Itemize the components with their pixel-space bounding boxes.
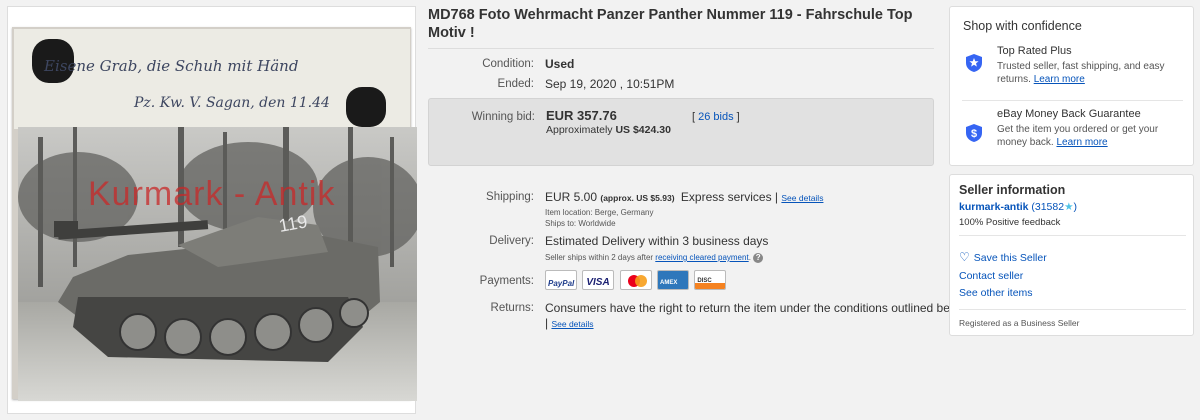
help-icon[interactable]: ?: [753, 252, 764, 263]
ended-value: Sep 19, 2020 , 10:51PM: [545, 77, 675, 91]
top-rated-title: Top Rated Plus: [997, 45, 1072, 57]
mastercard-icon: [619, 270, 652, 290]
seller-information-card: Seller information kurmark-antik (31582★…: [949, 174, 1194, 336]
save-seller-label: Save this Seller: [973, 252, 1047, 264]
tank-photo-image: 119: [18, 127, 417, 401]
bid-history-link[interactable]: 26 bids: [698, 111, 733, 123]
heart-icon: ♡: [959, 250, 970, 264]
feedback-score[interactable]: (31582: [1031, 201, 1064, 213]
title-divider: [428, 48, 934, 49]
returns-see-details-link[interactable]: See details: [551, 319, 593, 329]
shipping-approx: (approx. US $5.93): [600, 193, 675, 203]
listing-page: Eisene Grab, die Schuh mit Händ Pz. Kw. …: [0, 0, 1200, 420]
winning-bid-amount: EUR 357.76: [546, 108, 617, 123]
delivery-note-prefix: Seller ships within 2 days after: [545, 253, 654, 262]
delivery-note: Seller ships within 2 days after receivi…: [545, 250, 764, 265]
payments-label: Payments:: [479, 275, 534, 287]
shipping-see-details-link[interactable]: See details: [781, 193, 823, 203]
guarantee-learn-more-link[interactable]: Learn more: [1056, 137, 1107, 148]
condition-value: Used: [545, 57, 575, 71]
returns-separator: |: [545, 316, 549, 330]
visa-icon: VISA: [582, 270, 615, 290]
svg-text:$: $: [971, 128, 977, 140]
guarantee-title: eBay Money Back Guarantee: [997, 108, 1141, 120]
seller-heading: Seller information: [959, 183, 1066, 197]
condition-label: Condition:: [482, 58, 534, 70]
confidence-divider: [962, 100, 1183, 101]
photo-backside-handwriting: Eisene Grab, die Schuh mit Händ Pz. Kw. …: [14, 29, 410, 129]
handwriting-line-2: Pz. Kw. V. Sagan, den 11.44: [134, 95, 330, 111]
approx-value: US $424.30: [615, 124, 671, 136]
winning-bid-box: Winning bid: EUR 357.76 [ 26 bids ] Appr…: [428, 98, 934, 166]
bid-count-close: ]: [736, 111, 740, 123]
delivery-value: Estimated Delivery within 3 business day…: [545, 234, 769, 248]
seller-divider-2: [959, 309, 1186, 310]
guarantee-text: Get the item you ordered or get your mon…: [997, 123, 1187, 149]
tank-photo[interactable]: 119 Kurmark - Antik: [18, 127, 417, 401]
delivery-label: Delivery:: [489, 235, 534, 247]
amex-icon: AMEX: [657, 270, 690, 290]
item-photo-panel[interactable]: Eisene Grab, die Schuh mit Händ Pz. Kw. …: [7, 6, 417, 414]
seller-name-link[interactable]: kurmark-antik: [959, 201, 1028, 213]
payment-methods: PayPal VISA AMEX DISC: [545, 270, 728, 290]
seller-name-line: kurmark-antik (31582★): [959, 201, 1077, 213]
positive-feedback: 100% Positive feedback: [959, 217, 1061, 228]
shield-dollar-icon: $: [966, 124, 982, 142]
visa-label: VISA: [586, 277, 610, 288]
ships-to: Ships to: Worldwide: [545, 219, 616, 228]
paypal-label: PayPal: [548, 279, 575, 288]
seller-divider: [959, 235, 1186, 236]
bid-count: [ 26 bids ]: [692, 110, 740, 125]
cleared-payment-link[interactable]: receiving cleared payment: [655, 253, 748, 262]
contact-seller-link[interactable]: Contact seller: [959, 270, 1023, 282]
shipping-label: Shipping:: [486, 191, 534, 203]
feedback-score-close: ): [1073, 201, 1078, 213]
winning-bid-label: Winning bid:: [471, 111, 535, 123]
shipping-service: Express services |: [680, 190, 779, 204]
feedback-star-icon: ★: [1064, 201, 1074, 213]
shipping-value: EUR 5.00 (approx. US $5.93) Express serv…: [545, 190, 823, 206]
shop-with-confidence-card: Shop with confidence Top Rated Plus Trus…: [949, 6, 1194, 166]
returns-label: Returns:: [490, 302, 534, 314]
shipping-amount: EUR 5.00: [545, 190, 598, 204]
item-title: MD768 Foto Wehrmacht Panzer Panther Numm…: [428, 7, 913, 41]
bid-count-open: [: [692, 111, 696, 123]
paypal-icon: PayPal: [545, 270, 577, 290]
returns-details: | See details: [545, 316, 594, 332]
returns-value: Consumers have the right to return the i…: [545, 301, 968, 315]
item-details: MD768 Foto Wehrmacht Panzer Panther Numm…: [428, 6, 968, 330]
delivery-note-suffix: .: [748, 253, 751, 262]
top-rated-learn-more-link[interactable]: Learn more: [1034, 74, 1085, 85]
discover-icon: DISC: [694, 270, 727, 290]
top-rated-text: Trusted seller, fast shipping, and easy …: [997, 60, 1187, 86]
approx-bid: Approximately US $424.30: [546, 123, 671, 138]
save-seller-link[interactable]: ♡ Save this Seller: [959, 250, 1047, 264]
approx-prefix: Approximately: [546, 124, 613, 136]
handwriting-line-1: Eisene Grab, die Schuh mit Händ: [44, 57, 299, 75]
registered-business-seller: Registered as a Business Seller: [959, 318, 1080, 328]
ink-blot: [346, 87, 386, 127]
photo-watermark: Kurmark - Antik: [88, 175, 336, 213]
ended-label: Ended:: [497, 78, 534, 90]
see-other-items-link[interactable]: See other items: [959, 287, 1033, 299]
confidence-heading: Shop with confidence: [963, 19, 1082, 33]
shield-star-icon: [966, 54, 982, 72]
